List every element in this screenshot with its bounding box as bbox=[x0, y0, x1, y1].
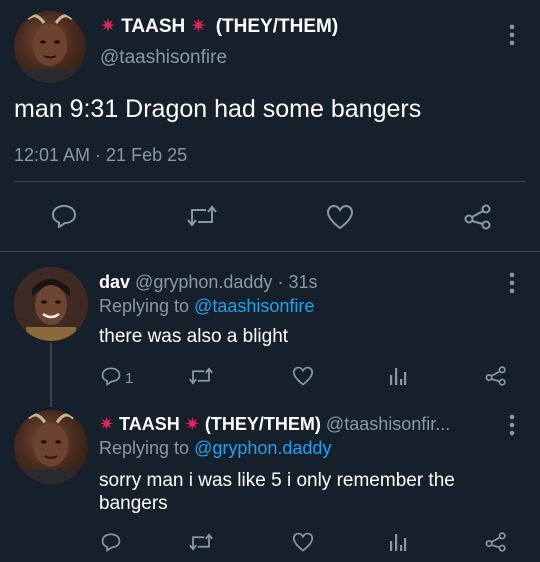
analytics-icon[interactable] bbox=[389, 532, 407, 557]
reply-header: dav @gryphon.daddy · 31s bbox=[99, 272, 317, 293]
reply-text: there was also a blight bbox=[99, 326, 289, 347]
reply-text: sorry man i was like 5 i only remember t… bbox=[99, 470, 455, 514]
more-options-icon[interactable] bbox=[508, 272, 516, 299]
tweet-timestamp[interactable]: 12:01 AM · 21 Feb 25 bbox=[14, 145, 187, 166]
reply-header: ✷ TAASH ✷ (THEY/THEM) @taashisonfir... bbox=[99, 414, 450, 435]
reply-icon[interactable] bbox=[101, 532, 121, 557]
retweet-icon[interactable] bbox=[189, 367, 213, 390]
sparkle-burst-icon: ✷ bbox=[190, 16, 207, 37]
author-handle[interactable]: @taashisonfire bbox=[100, 47, 227, 69]
avatar[interactable] bbox=[14, 410, 88, 484]
retweet-icon[interactable] bbox=[189, 533, 213, 556]
divider bbox=[14, 181, 526, 182]
more-options-icon[interactable] bbox=[508, 414, 516, 441]
replying-to-link[interactable]: @gryphon.daddy bbox=[194, 438, 331, 458]
thread-line bbox=[50, 343, 52, 407]
reply-icon[interactable] bbox=[51, 204, 77, 233]
sparkle-burst-icon: ✷ bbox=[184, 414, 200, 434]
heart-icon[interactable] bbox=[292, 532, 314, 557]
reply-time[interactable]: 31s bbox=[288, 272, 317, 292]
replying-to: Replying to @gryphon.daddy bbox=[99, 438, 332, 458]
author-handle[interactable]: @taashisonfir... bbox=[326, 414, 450, 434]
reply-icon[interactable] bbox=[101, 366, 121, 391]
retweet-icon[interactable] bbox=[187, 205, 217, 232]
heart-icon[interactable] bbox=[292, 366, 314, 391]
analytics-icon[interactable] bbox=[389, 366, 407, 391]
divider bbox=[0, 251, 540, 252]
time-separator: · bbox=[277, 272, 284, 292]
author-name[interactable]: TAASH bbox=[119, 414, 180, 434]
author-pronouns: (THEY/THEM) bbox=[204, 414, 321, 434]
avatar[interactable] bbox=[14, 267, 88, 341]
author-name[interactable]: dav bbox=[99, 272, 130, 292]
reply-count: 1 bbox=[125, 370, 134, 387]
tweet-text: man 9:31 Dragon had some bangers bbox=[14, 95, 422, 123]
sparkle-burst-icon: ✷ bbox=[100, 16, 116, 37]
avatar[interactable] bbox=[14, 11, 86, 83]
share-icon[interactable] bbox=[485, 532, 507, 557]
replying-to: Replying to @taashisonfire bbox=[99, 296, 315, 316]
more-options-icon[interactable] bbox=[508, 24, 516, 51]
heart-icon[interactable] bbox=[326, 204, 354, 235]
share-icon[interactable] bbox=[485, 366, 507, 391]
share-icon[interactable] bbox=[464, 204, 492, 235]
author-name[interactable]: ✷ TAASH ✷ (THEY/THEM) bbox=[100, 15, 338, 38]
author-handle[interactable]: @gryphon.daddy bbox=[135, 272, 272, 292]
sparkle-burst-icon: ✷ bbox=[99, 414, 115, 434]
replying-to-link[interactable]: @taashisonfire bbox=[194, 296, 314, 316]
reply-action[interactable]: 1 bbox=[101, 366, 133, 391]
